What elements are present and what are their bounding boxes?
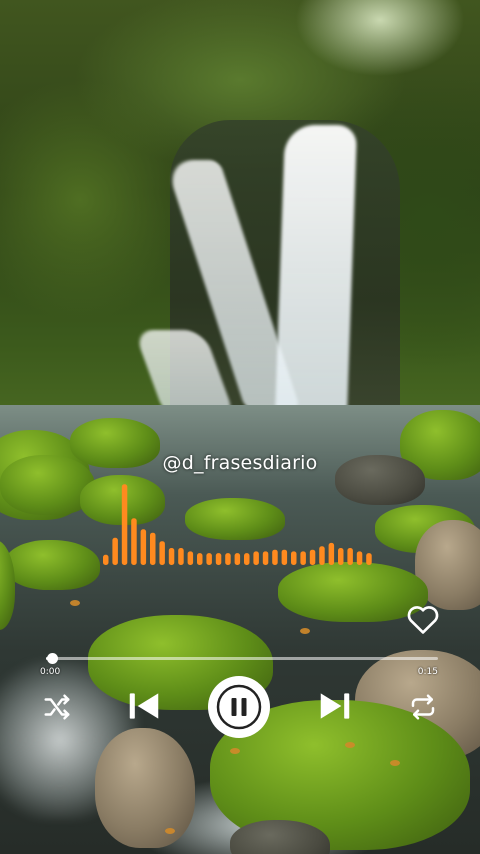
fallen-leaf [345, 742, 355, 748]
fallen-leaf [300, 628, 310, 634]
fallen-leaf [390, 760, 400, 766]
stone [95, 728, 195, 848]
progress-bar[interactable] [46, 653, 438, 664]
progress-thumb[interactable] [46, 653, 58, 664]
next-button[interactable] [313, 684, 357, 728]
current-time: 0:00 [40, 667, 61, 677]
previous-icon [129, 693, 159, 719]
pause-button[interactable] [208, 676, 270, 738]
repeat-icon [411, 694, 435, 720]
repeat-button[interactable] [404, 688, 442, 726]
fallen-leaf [165, 828, 175, 834]
waterfall-right [274, 125, 358, 420]
shuffle-icon [44, 694, 70, 720]
total-time: 0:15 [417, 667, 438, 677]
mossy-rock [185, 498, 285, 540]
watermark-handle: @d_frasesdiario [162, 452, 318, 474]
like-button[interactable] [404, 600, 442, 638]
fallen-leaf [230, 748, 240, 754]
mossy-rock [5, 540, 100, 590]
previous-button[interactable] [122, 684, 166, 728]
shuffle-button[interactable] [38, 688, 76, 726]
heart-outline-icon [407, 606, 439, 634]
next-icon [320, 693, 350, 719]
pause-icon [216, 684, 262, 730]
mossy-rock [80, 475, 165, 525]
fallen-leaf [70, 600, 80, 606]
